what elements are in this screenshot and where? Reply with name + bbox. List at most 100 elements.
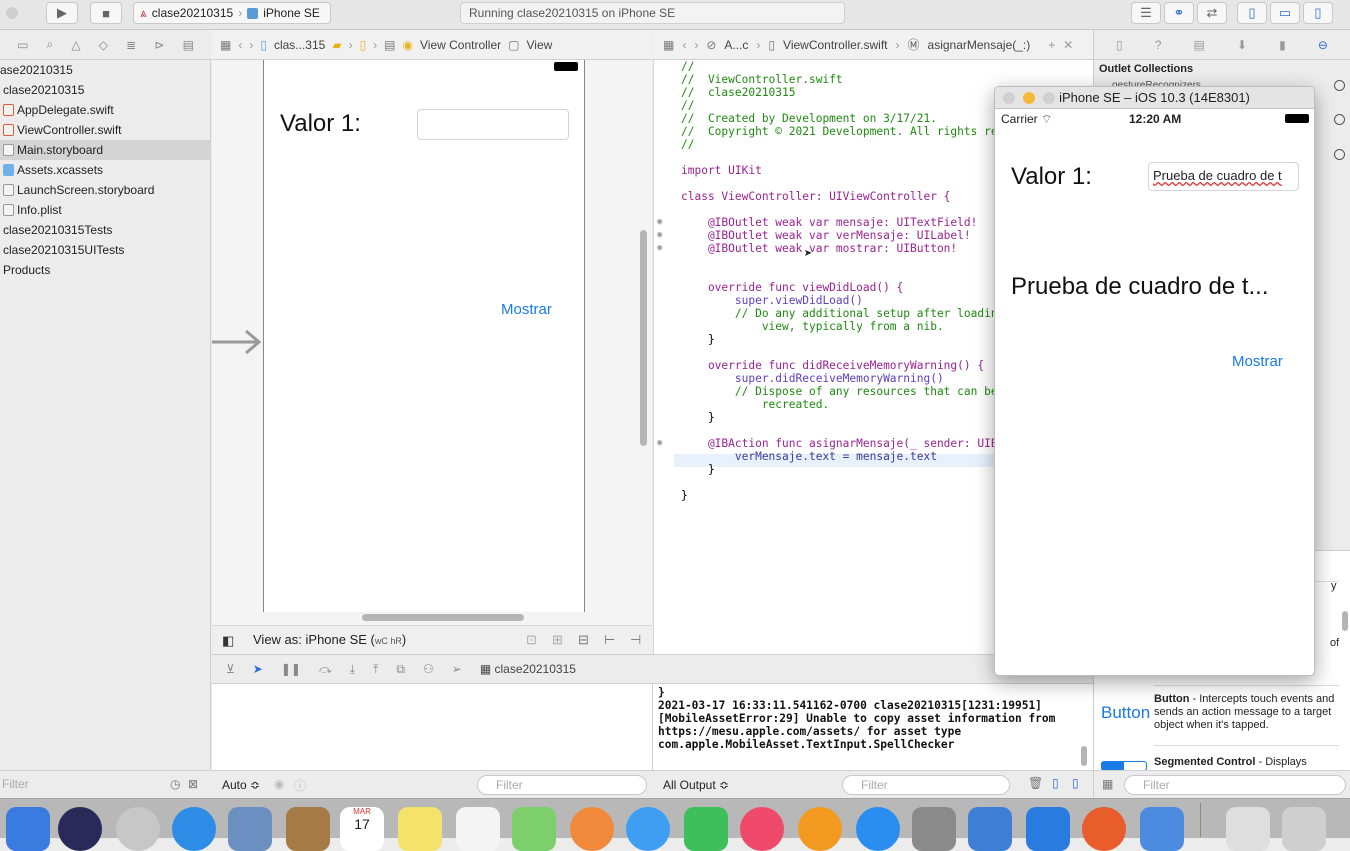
output-select[interactable]: All Output ≎ xyxy=(663,778,729,792)
nav-item-appdelegate[interactable]: AppDelegate.swift xyxy=(0,100,210,120)
segmented-library-item[interactable]: Segmented Control - Displays xyxy=(1154,756,1342,768)
music-icon[interactable] xyxy=(740,807,784,851)
nav-item-main-storyboard[interactable]: Main.storyboard xyxy=(0,140,210,160)
photos-icon[interactable] xyxy=(570,807,614,851)
books-icon[interactable] xyxy=(798,807,842,851)
button-preview[interactable]: Button xyxy=(1101,703,1150,723)
close-window-icon[interactable] xyxy=(1003,92,1015,104)
variables-filter-input[interactable]: Filter xyxy=(477,775,647,795)
attributes-icon[interactable]: ⬇ xyxy=(1237,38,1247,52)
stop-button[interactable]: ■ xyxy=(90,2,122,24)
toggle-navigator-button[interactable]: ▯ xyxy=(1237,2,1267,24)
reminders-icon[interactable] xyxy=(456,807,500,851)
file-inspector-icon[interactable]: ▯ xyxy=(1116,38,1123,52)
simulator-icon[interactable] xyxy=(1140,807,1184,851)
jump-file[interactable]: ViewController.swift xyxy=(783,38,887,52)
step-in-icon[interactable]: ⤓ xyxy=(350,662,355,677)
mensaje-textfield[interactable]: Prueba de cuadro de t xyxy=(1148,162,1299,191)
toggle-debug-button[interactable]: ▭ xyxy=(1270,2,1300,24)
connection-circle-icon[interactable] xyxy=(1334,114,1345,125)
back-arrow-icon[interactable]: ‹ xyxy=(682,38,686,52)
stack-icon[interactable]: ⊟ xyxy=(578,632,589,648)
firefox-icon[interactable] xyxy=(1082,807,1126,851)
embed-icon[interactable]: ⊞ xyxy=(552,632,563,648)
view-controller-scene[interactable]: Valor 1: Mostrar xyxy=(263,60,585,612)
console-filter-input[interactable]: Filter xyxy=(842,775,1010,795)
auto-scope-select[interactable]: Auto ≎ xyxy=(222,778,260,792)
folder-icon[interactable]: ▭ xyxy=(17,38,28,52)
grid-view-icon[interactable]: ▦ xyxy=(1102,777,1113,791)
valor-label[interactable]: Valor 1: xyxy=(280,110,361,138)
view-hierarchy-icon[interactable]: ⧉ xyxy=(396,662,405,677)
size-icon[interactable]: ▮ xyxy=(1279,38,1286,52)
standard-editor-button[interactable]: ☰ xyxy=(1131,2,1161,24)
version-editor-button[interactable]: ⇄ xyxy=(1197,2,1227,24)
nav-item-viewcontroller[interactable]: ViewController.swift xyxy=(0,120,210,140)
breakpoint-icon[interactable]: ⊳ xyxy=(154,38,164,52)
onedrive-icon[interactable] xyxy=(1026,807,1070,851)
nav-group-products[interactable]: Products xyxy=(0,260,210,280)
align-icon[interactable]: ⊢ xyxy=(604,632,615,648)
memory-graph-icon[interactable]: ⚇ xyxy=(423,662,434,676)
hide-debug-icon[interactable]: ⊻ xyxy=(226,662,235,676)
nav-group-clase[interactable]: clase20210315 xyxy=(0,80,210,100)
navigator-filter-input[interactable]: Filter xyxy=(2,777,29,791)
jump-method[interactable]: asignarMensaje(_:) xyxy=(928,38,1031,52)
view-as-label[interactable]: View as: iPhone SE (wC hR) xyxy=(253,632,406,647)
nav-item-launchscreen[interactable]: LaunchScreen.storyboard xyxy=(0,180,210,200)
connections-icon[interactable]: ⊖ xyxy=(1318,38,1328,52)
back-arrow-icon[interactable]: ‹ xyxy=(238,38,242,52)
nav-group-tests[interactable]: clase20210315Tests xyxy=(0,220,210,240)
eye-icon[interactable]: ◉ xyxy=(274,777,284,791)
siri-icon[interactable] xyxy=(58,807,102,851)
console-scrollbar[interactable] xyxy=(1081,746,1087,766)
maps-icon[interactable] xyxy=(512,807,556,851)
step-out-icon[interactable]: ⤒ xyxy=(373,662,378,677)
trash-icon[interactable] xyxy=(1282,807,1326,851)
grid-icon[interactable]: ▦ xyxy=(220,38,231,52)
minimize-window-icon[interactable] xyxy=(1023,92,1035,104)
safari-icon[interactable] xyxy=(172,807,216,851)
downloads-icon[interactable] xyxy=(1226,807,1270,851)
breakpoints-toggle-icon[interactable]: ➤ xyxy=(253,662,263,676)
jump-automatic[interactable]: A...c xyxy=(724,38,748,52)
location-icon[interactable]: ➢ xyxy=(452,662,462,676)
mail-icon[interactable] xyxy=(228,807,272,851)
library-filter-input[interactable]: Filter xyxy=(1124,775,1346,795)
finder-icon[interactable] xyxy=(6,807,50,851)
canvas-horizontal-scrollbar[interactable] xyxy=(362,614,524,621)
xcode-icon[interactable] xyxy=(968,807,1012,851)
debug-target[interactable]: ▦ clase20210315 xyxy=(480,662,576,676)
storyboard-canvas[interactable]: Valor 1: Mostrar xyxy=(212,60,652,625)
run-button[interactable]: ▶ xyxy=(46,2,78,24)
nav-group-uitests[interactable]: clase20210315UITests xyxy=(0,240,210,260)
identity-icon[interactable]: ▤ xyxy=(1194,38,1205,52)
launchpad-icon[interactable] xyxy=(116,807,160,851)
report-icon[interactable]: ▤ xyxy=(183,38,194,52)
outlet-connection-icon[interactable]: ◉ xyxy=(657,217,662,227)
library-scrollbar[interactable] xyxy=(1342,611,1348,631)
close-icon[interactable]: ✕ xyxy=(1063,38,1073,52)
assistant-editor-button[interactable]: ⚭ xyxy=(1164,2,1194,24)
contacts-icon[interactable] xyxy=(286,807,330,851)
test-icon[interactable]: ◇ xyxy=(99,38,108,52)
document-outline-icon[interactable]: ◧ xyxy=(222,633,234,649)
pin-icon[interactable]: ⊣ xyxy=(630,632,641,648)
info-icon[interactable]: ⓘ xyxy=(294,777,306,794)
filter-scm-icon[interactable]: ⊠ xyxy=(188,777,198,791)
connection-circle-icon[interactable] xyxy=(1334,149,1345,160)
split-right-icon[interactable]: ▯ xyxy=(1072,776,1079,790)
pause-icon[interactable]: ❚❚ xyxy=(281,662,301,676)
jump-view[interactable]: View xyxy=(527,38,553,52)
trash-icon[interactable]: 🗑 xyxy=(1028,776,1043,790)
notes-icon[interactable] xyxy=(398,807,442,851)
jump-view-controller[interactable]: View Controller xyxy=(420,38,501,52)
warning-icon[interactable]: △ xyxy=(71,38,80,52)
console-view[interactable]: } 2021-03-17 16:33:11.541162-0700 clase2… xyxy=(653,684,1093,770)
grid-icon[interactable]: ▦ xyxy=(663,38,674,52)
connection-circle-icon[interactable] xyxy=(1334,80,1345,91)
mensaje-textfield[interactable] xyxy=(417,109,569,140)
zoom-window-icon[interactable] xyxy=(1043,92,1055,104)
segmented-control-preview[interactable] xyxy=(1101,761,1147,770)
button-library-item[interactable]: Button - Intercepts touch events and sen… xyxy=(1154,693,1342,732)
